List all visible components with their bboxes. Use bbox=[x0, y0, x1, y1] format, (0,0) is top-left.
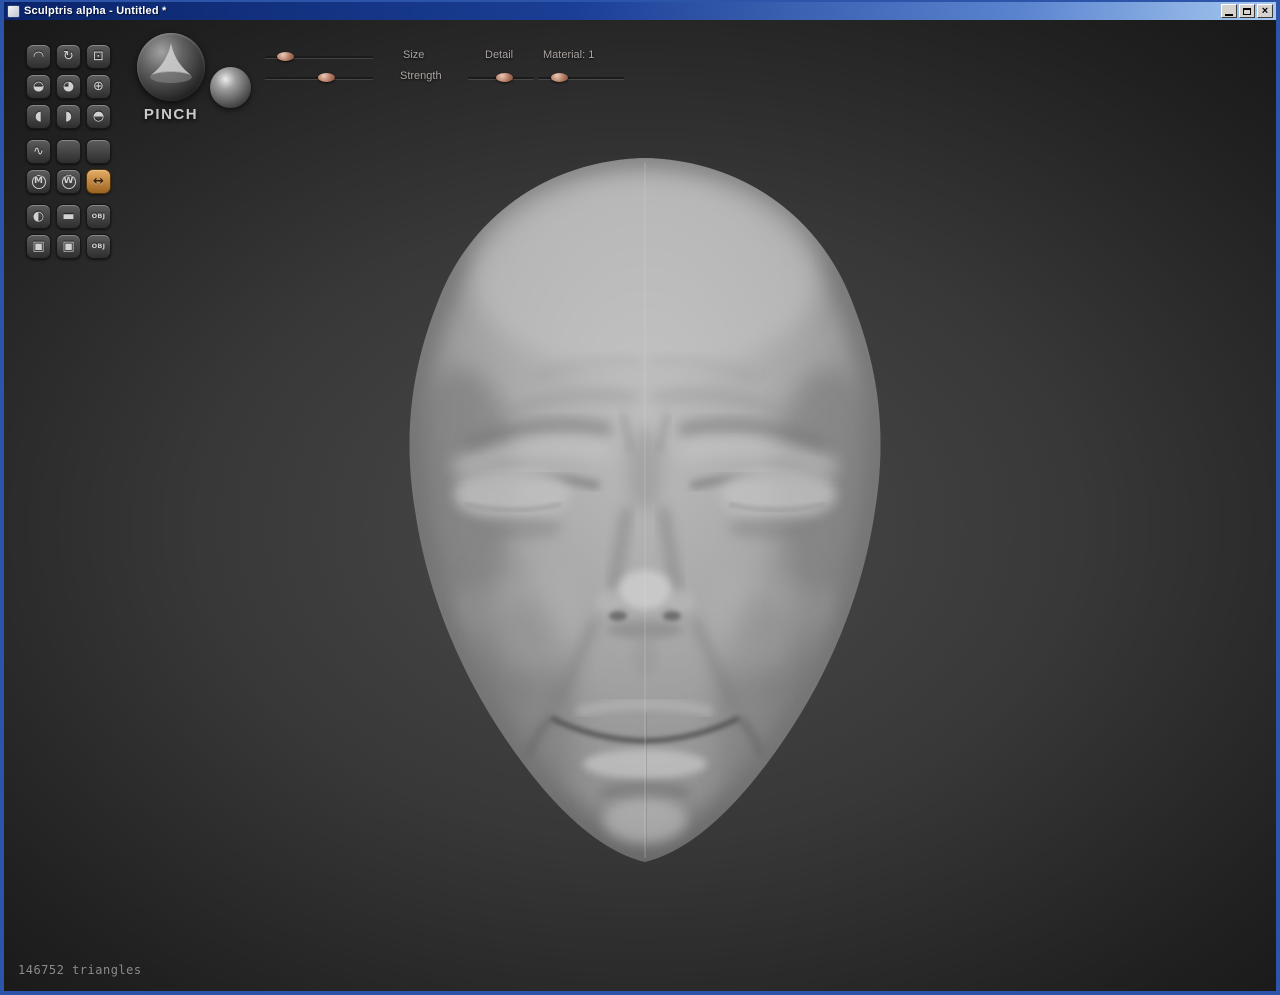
title-bar[interactable]: Sculptris alpha - Untitled * × bbox=[4, 2, 1276, 20]
wireframe-icon: W bbox=[61, 174, 76, 189]
current-tool-label: PINCH bbox=[143, 106, 199, 123]
flatten-icon: ◒ bbox=[32, 79, 45, 94]
obj-import-icon: OBJ bbox=[91, 212, 106, 221]
sphere-icon: ◐ bbox=[32, 209, 45, 224]
detail-slider-handle[interactable] bbox=[496, 73, 513, 82]
tool-crease-button[interactable]: ◗ bbox=[56, 104, 81, 129]
save-as-icon: ▣ bbox=[62, 239, 75, 254]
mask-toggle-button[interactable]: M bbox=[26, 169, 51, 194]
save-icon: ▣ bbox=[32, 239, 45, 254]
tool-rotate-button[interactable]: ↻ bbox=[56, 44, 81, 69]
tool-palette: ◠ ↻ ⊡ ◒ ◕ ⊕ ◖ ◗ ◓ ∿ M W ↔ ◐ ▬ OBJ ▣ ▣ OB… bbox=[26, 44, 111, 264]
strength-label: Strength bbox=[400, 70, 442, 82]
pinch-icon: ◓ bbox=[92, 109, 105, 124]
app-window: Sculptris alpha - Untitled * × ◠ ↻ ⊡ ◒ ◕… bbox=[0, 0, 1280, 995]
tool-brush-b-button[interactable] bbox=[86, 139, 111, 164]
grab-icon: ⊕ bbox=[93, 79, 104, 94]
close-button[interactable]: × bbox=[1257, 4, 1273, 18]
detail-slider[interactable] bbox=[468, 73, 534, 82]
window-controls: × bbox=[1221, 4, 1273, 18]
plane-icon: ▬ bbox=[62, 209, 75, 224]
tool-flatten-button[interactable]: ◒ bbox=[26, 74, 51, 99]
save-as-button[interactable]: ▣ bbox=[56, 234, 81, 259]
minimize-icon bbox=[1225, 13, 1233, 16]
obj-export-icon: OBJ bbox=[91, 242, 106, 251]
restore-icon bbox=[1243, 7, 1251, 15]
close-icon: × bbox=[1261, 4, 1269, 17]
import-obj-button[interactable]: OBJ bbox=[86, 204, 111, 229]
wireframe-toggle-button[interactable]: W bbox=[56, 169, 81, 194]
tool-inflate-button[interactable]: ◕ bbox=[56, 74, 81, 99]
scale-icon: ⊡ bbox=[93, 49, 104, 64]
symmetry-toggle-button[interactable]: ↔ bbox=[86, 169, 111, 194]
mask-icon: M bbox=[31, 174, 46, 189]
size-label: Size bbox=[403, 49, 425, 61]
tool-pinch-button[interactable]: ◓ bbox=[86, 104, 111, 129]
size-slider[interactable] bbox=[265, 52, 373, 61]
draw-icon: ◠ bbox=[32, 49, 45, 64]
strength-slider[interactable] bbox=[265, 73, 373, 82]
tool-scale-button[interactable]: ⊡ bbox=[86, 44, 111, 69]
crease-icon: ◗ bbox=[65, 109, 72, 124]
material-label: Material: 1 bbox=[543, 49, 595, 61]
wave-icon: ∿ bbox=[33, 144, 44, 159]
tool-smooth-button[interactable]: ◖ bbox=[26, 104, 51, 129]
tool-reduce-button[interactable]: ∿ bbox=[26, 139, 51, 164]
new-plane-button[interactable]: ▬ bbox=[56, 204, 81, 229]
size-slider-handle[interactable] bbox=[277, 52, 294, 61]
tool-grab-button[interactable]: ⊕ bbox=[86, 74, 111, 99]
rotate-icon: ↻ bbox=[63, 49, 74, 64]
window-title: Sculptris alpha - Untitled * bbox=[24, 5, 167, 17]
app-icon bbox=[7, 4, 20, 18]
save-button[interactable]: ▣ bbox=[26, 234, 51, 259]
tool-brush-a-button[interactable] bbox=[56, 139, 81, 164]
pinch-brush-shape-icon bbox=[150, 43, 192, 83]
sculpt-model-head[interactable] bbox=[385, 152, 905, 866]
material-preview-sphere bbox=[210, 67, 251, 108]
viewport[interactable]: ◠ ↻ ⊡ ◒ ◕ ⊕ ◖ ◗ ◓ ∿ M W ↔ ◐ ▬ OBJ ▣ ▣ OB… bbox=[4, 20, 1276, 991]
new-sphere-button[interactable]: ◐ bbox=[26, 204, 51, 229]
restore-button[interactable] bbox=[1239, 4, 1255, 18]
triangle-count: 146752 triangles bbox=[18, 963, 142, 977]
export-obj-button[interactable]: OBJ bbox=[86, 234, 111, 259]
smooth-icon: ◖ bbox=[35, 109, 42, 124]
strength-slider-handle[interactable] bbox=[318, 73, 335, 82]
material-slider-handle[interactable] bbox=[551, 73, 568, 82]
tool-draw-button[interactable]: ◠ bbox=[26, 44, 51, 69]
detail-label: Detail bbox=[485, 49, 514, 61]
inflate-icon: ◕ bbox=[62, 79, 75, 94]
material-slider[interactable] bbox=[538, 73, 624, 82]
symmetry-arrows-icon: ↔ bbox=[93, 174, 104, 189]
minimize-button[interactable] bbox=[1221, 4, 1237, 18]
brush-preview-sphere bbox=[137, 33, 205, 101]
